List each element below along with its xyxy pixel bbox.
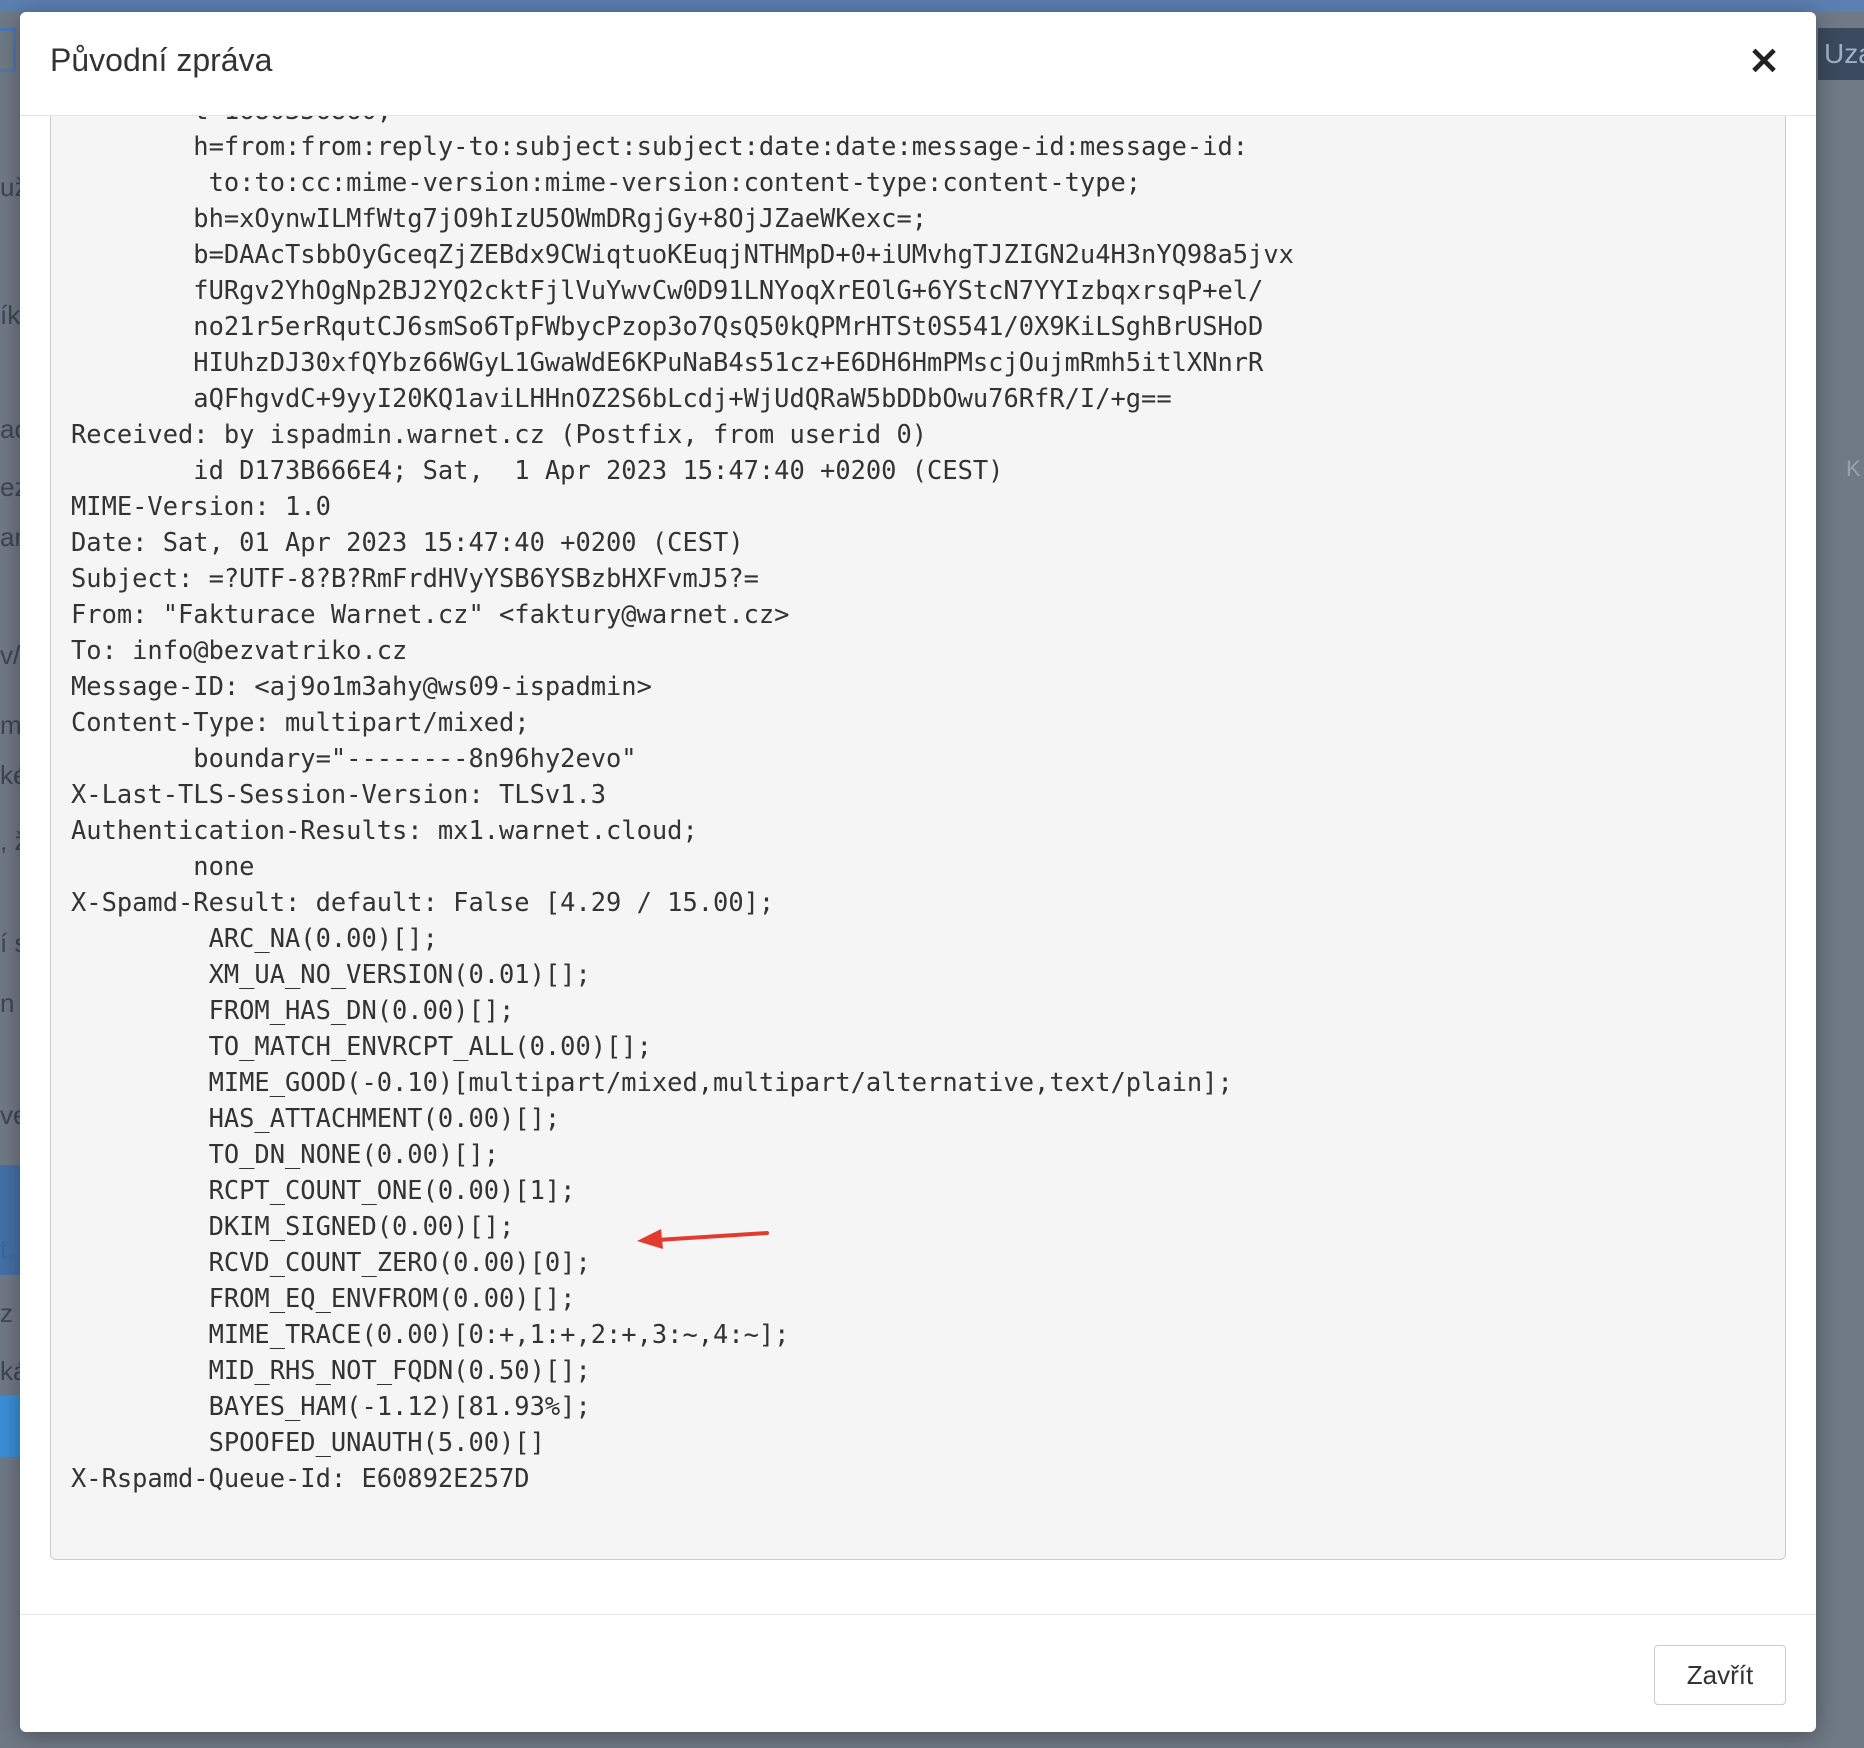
background-close-button: Uzav [1818, 28, 1864, 80]
background-text-fragment: í s [0, 928, 20, 958]
header-line: Authentication-Results: mx1.warnet.cloud… [71, 815, 698, 845]
header-line: bh=xOynwILMfWtg7jO9hIzU5OWmDRgjGy+8OjJZa… [193, 203, 928, 233]
header-line: FROM_EQ_ENVFROM(0.00)[]; [208, 1283, 576, 1313]
header-line: ARC_NA(0.00)[]; [208, 923, 438, 953]
background-text-fragment: ez [0, 472, 20, 502]
header-line: TO_DN_NONE(0.00)[]; [208, 1139, 500, 1169]
header-line: SPOOFED_UNAUTH(5.00)[] [208, 1427, 545, 1457]
header-line: Received: by ispadmin.warnet.cz (Postfix… [71, 419, 928, 449]
header-line: DKIM_SIGNED(0.00)[]; [208, 1211, 515, 1241]
header-line: HIUhzDJ30xfQYbz66WGyL1GwaWdE6KPuNaB4s51c… [193, 347, 1264, 377]
header-line: MIME_TRACE(0.00)[0:+,1:+,2:+,3:~,4:~]; [208, 1319, 790, 1349]
background-text-fragment: v/á [0, 640, 20, 670]
background-text-fragment: m [0, 710, 20, 740]
background-badge [0, 1395, 20, 1457]
header-line: Date: Sat, 01 Apr 2023 15:47:40 +0200 (C… [71, 527, 744, 557]
background-label: K [1846, 456, 1861, 481]
background-text-fragment: an [0, 522, 20, 552]
header-line: TO_MATCH_ENVRCPT_ALL(0.00)[]; [208, 1031, 652, 1061]
header-line: BAYES_HAM(-1.12)[81.93%]; [208, 1391, 591, 1421]
modal-header: Původní zpráva × [20, 12, 1816, 116]
background-text-fragment: z s [0, 1298, 20, 1328]
background-text-fragment: n [0, 988, 15, 1018]
header-line: MID_RHS_NOT_FQDN(0.50)[]; [208, 1355, 591, 1385]
background-text-fragment: ac [0, 414, 20, 444]
header-line: X-Rspamd-Queue-Id: E60892E257D [71, 1463, 530, 1493]
header-line: HAS_ATTACHMENT(0.00)[]; [208, 1103, 561, 1133]
header-line: Message-ID: <aj9o1m3ahy@ws09-ispadmin> [71, 671, 652, 701]
header-line: h=from:from:reply-to:subject:subject:dat… [193, 131, 1249, 161]
background-text-fragment: ké [0, 760, 20, 790]
modal-title: Původní zpráva [50, 42, 273, 78]
original-message-modal: Původní zpráva × t=1680356860; h=from:fr… [20, 12, 1816, 1732]
header-line: MIME_GOOD(-0.10)[multipart/mixed,multipa… [208, 1067, 1233, 1097]
header-line: RCPT_COUNT_ONE(0.00)[1]; [208, 1175, 576, 1205]
header-line: X-Last-TLS-Session-Version: TLSv1.3 [71, 779, 607, 809]
header-line: id D173B666E4; Sat, 1 Apr 2023 15:47:40 … [193, 455, 1004, 485]
close-button[interactable]: Zavřít [1654, 1645, 1786, 1705]
close-icon[interactable]: × [1740, 36, 1788, 84]
header-line: Content-Type: multipart/mixed; [71, 707, 530, 737]
header-line: no21r5erRqutCJ6smSo6TpFWbycPzop3o7QsQ50k… [193, 311, 1264, 341]
header-line: To: info@bezvatriko.cz [71, 635, 408, 665]
raw-message-headers: t=1680356860; h=from:from:reply-to:subje… [71, 116, 1294, 1496]
modal-body: t=1680356860; h=from:from:reply-to:subje… [20, 116, 1816, 1614]
header-line: Subject: =?UTF-8?B?RmFrdHVyYSB6YSBzbHXFv… [71, 563, 759, 593]
header-line: XM_UA_NO_VERSION(0.01)[]; [208, 959, 591, 989]
header-line: MIME-Version: 1.0 [71, 491, 331, 521]
trash-icon [0, 28, 16, 72]
header-line: b=DAAcTsbbOyGceqZjZEBdx9CWiqtuoKEuqjNTHM… [193, 239, 1294, 269]
background-text-fragment: , ž [0, 826, 20, 856]
background-logo [0, 1165, 20, 1275]
header-line: FROM_HAS_DN(0.00)[]; [208, 995, 515, 1025]
header-line: boundary="--------8n96hy2evo" [193, 743, 637, 773]
header-line: t=1680356860; [71, 116, 392, 125]
background-text-fragment: ká [0, 1356, 20, 1386]
raw-message-scroll-area[interactable]: t=1680356860; h=from:from:reply-to:subje… [50, 116, 1786, 1560]
header-line: X-Spamd-Result: default: False [4.29 / 1… [71, 887, 775, 917]
header-line: none [193, 851, 255, 881]
page-topbar [0, 0, 1864, 12]
red-arrow-annotation [637, 1229, 769, 1249]
background-text-fragment: ve [0, 1100, 20, 1130]
header-line: fURgv2YhOgNp2BJ2YQ2cktFjlVuYwvCw0D91LNYo… [193, 275, 1264, 305]
header-line: From: "Fakturace Warnet.cz" <faktury@war… [71, 599, 790, 629]
header-line: aQFhgvdC+9yyI20KQ1aviLHHnOZ2S6bLcdj+WjUd… [193, 383, 1172, 413]
background-text-fragment: ík [0, 300, 20, 330]
header-line: to:to:cc:mime-version:mime-version:conte… [208, 167, 1142, 197]
header-line: RCVD_COUNT_ZERO(0.00)[0]; [208, 1247, 591, 1277]
modal-footer: Zavřít [20, 1614, 1816, 1732]
background-text-fragment: už [0, 172, 20, 202]
